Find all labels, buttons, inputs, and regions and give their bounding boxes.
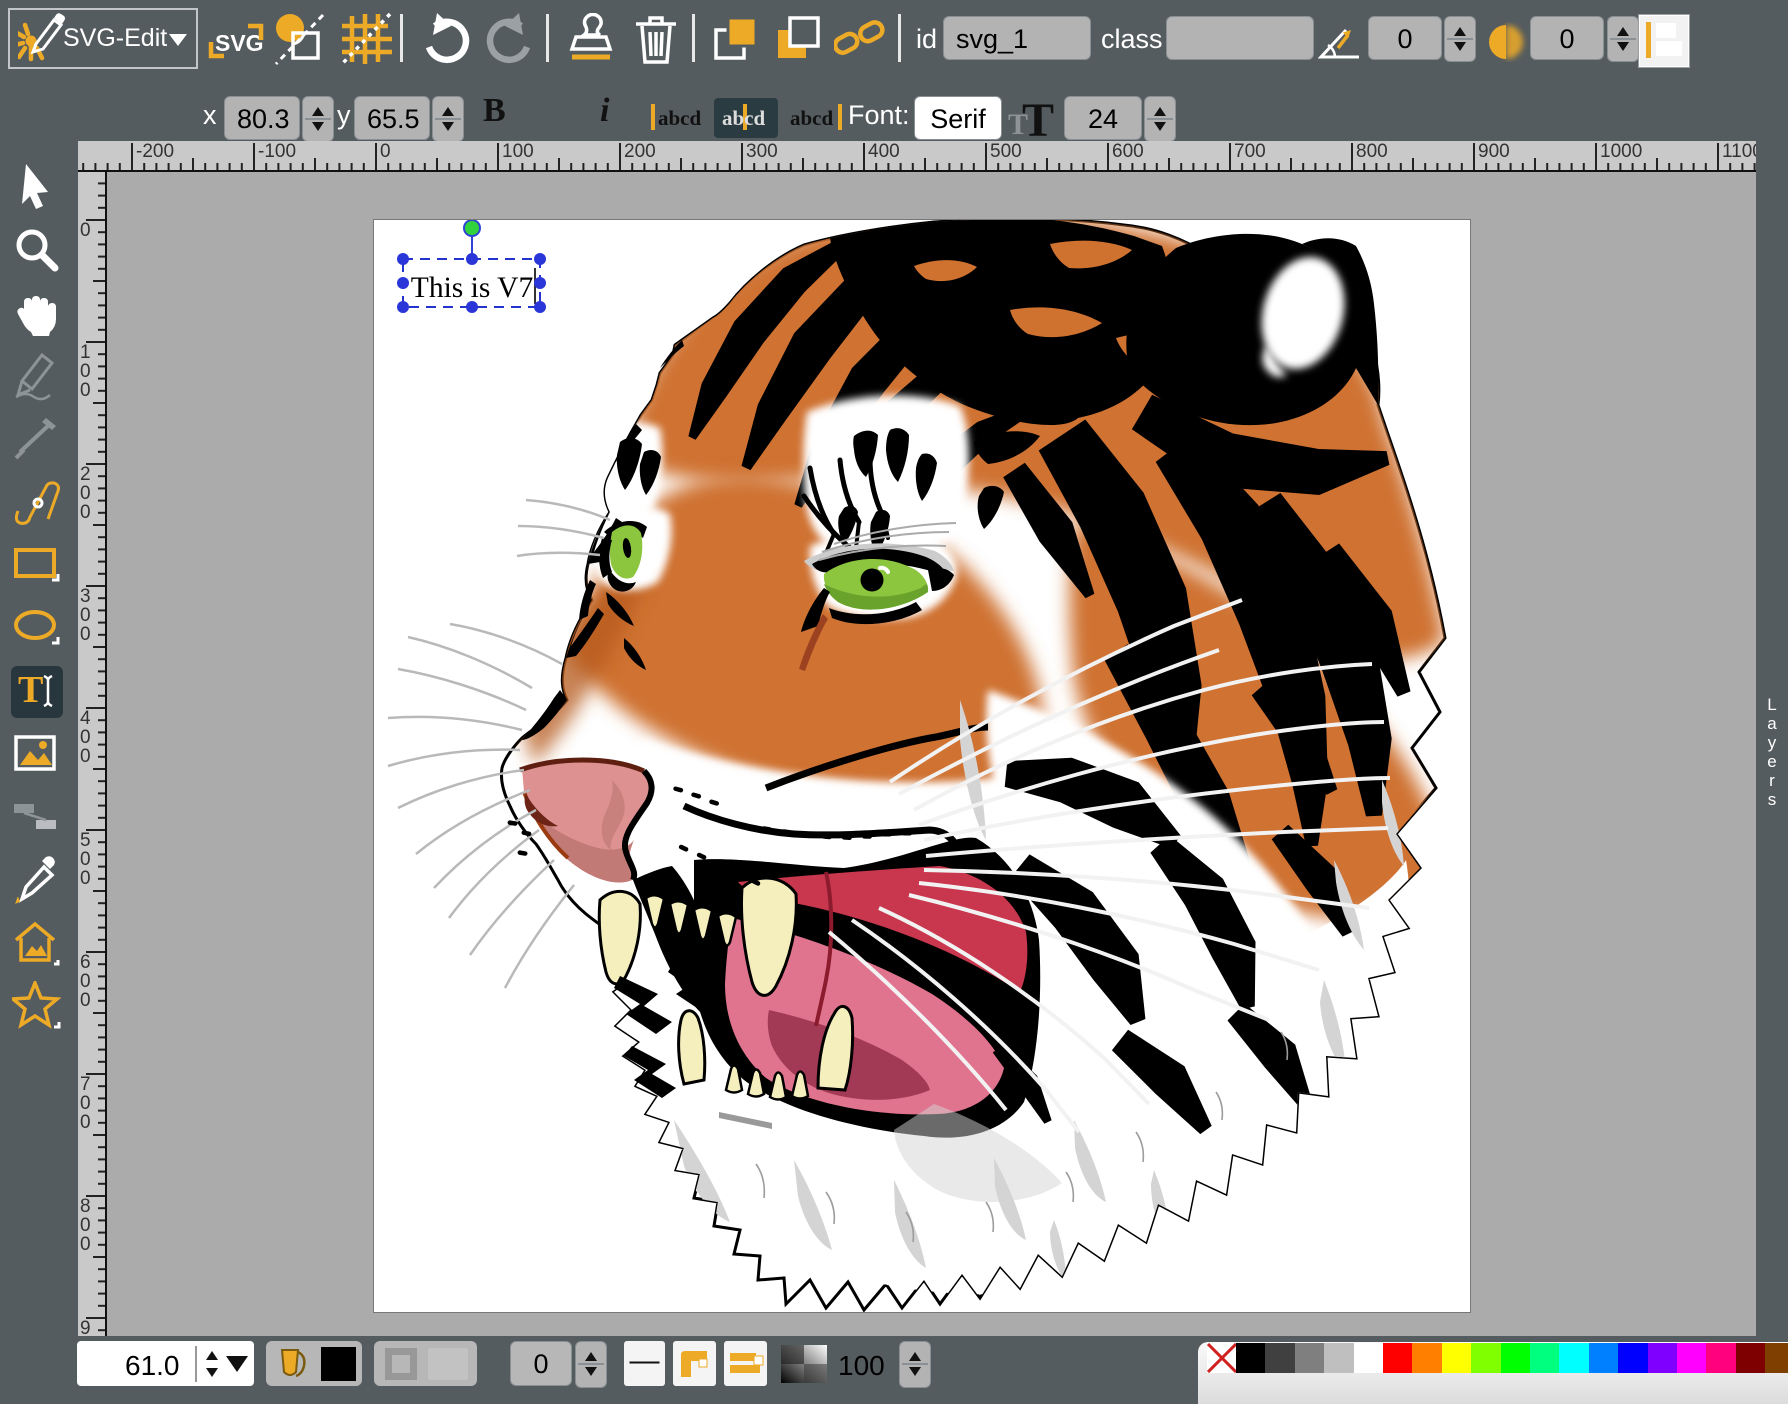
svg-text:7: 7	[80, 1074, 91, 1095]
svg-text:1000: 1000	[1600, 141, 1642, 162]
svg-text:0: 0	[380, 141, 391, 162]
svg-text:T: T	[18, 669, 43, 711]
svg-text:9: 9	[80, 1318, 91, 1336]
svg-text:1100: 1100	[1722, 141, 1756, 162]
svg-text:0: 0	[80, 746, 91, 767]
svg-text:0: 0	[80, 868, 91, 889]
svg-text:500: 500	[990, 141, 1022, 162]
svg-text:T: T	[1022, 94, 1054, 142]
svg-text:600: 600	[1112, 141, 1144, 162]
svg-text:abcd: abcd	[658, 106, 702, 130]
svg-text:0: 0	[80, 483, 91, 504]
svg-text:0: 0	[80, 971, 91, 992]
svg-text:5: 5	[80, 830, 91, 851]
svg-text:0: 0	[80, 990, 91, 1011]
svg-text:0: 0	[80, 624, 91, 645]
svg-text:SVG: SVG	[215, 30, 264, 56]
svg-text:abcd: abcd	[790, 106, 834, 130]
svg-text:0: 0	[80, 1093, 91, 1114]
svg-text:300: 300	[746, 141, 778, 162]
svg-text:100: 100	[502, 141, 534, 162]
svg-text:0: 0	[80, 380, 91, 401]
svg-text:6: 6	[80, 952, 91, 973]
svg-text:0: 0	[80, 727, 91, 748]
svg-text:2: 2	[80, 464, 91, 485]
svg-text:400: 400	[868, 141, 900, 162]
svg-text:0: 0	[80, 605, 91, 626]
svg-text:3: 3	[80, 586, 91, 607]
svg-text:This is V7: This is V7	[411, 272, 533, 304]
svg-text:8: 8	[80, 1196, 91, 1217]
svg-text:0: 0	[80, 361, 91, 382]
svg-text:abcd: abcd	[722, 106, 766, 130]
svg-text:0: 0	[80, 502, 91, 523]
svg-text:4: 4	[80, 708, 91, 729]
svg-text:-100: -100	[258, 141, 296, 162]
svg-text:0: 0	[80, 220, 91, 241]
svg-text:800: 800	[1356, 141, 1388, 162]
svg-text:900: 900	[1478, 141, 1510, 162]
svg-text:0: 0	[80, 1112, 91, 1133]
svg-text:700: 700	[1234, 141, 1266, 162]
svg-text:0: 0	[80, 1215, 91, 1236]
svg-text:1: 1	[80, 342, 91, 363]
svg-text:-200: -200	[136, 141, 174, 162]
svg-text:0: 0	[80, 1234, 91, 1255]
svg-text:200: 200	[624, 141, 656, 162]
svg-text:0: 0	[80, 849, 91, 870]
